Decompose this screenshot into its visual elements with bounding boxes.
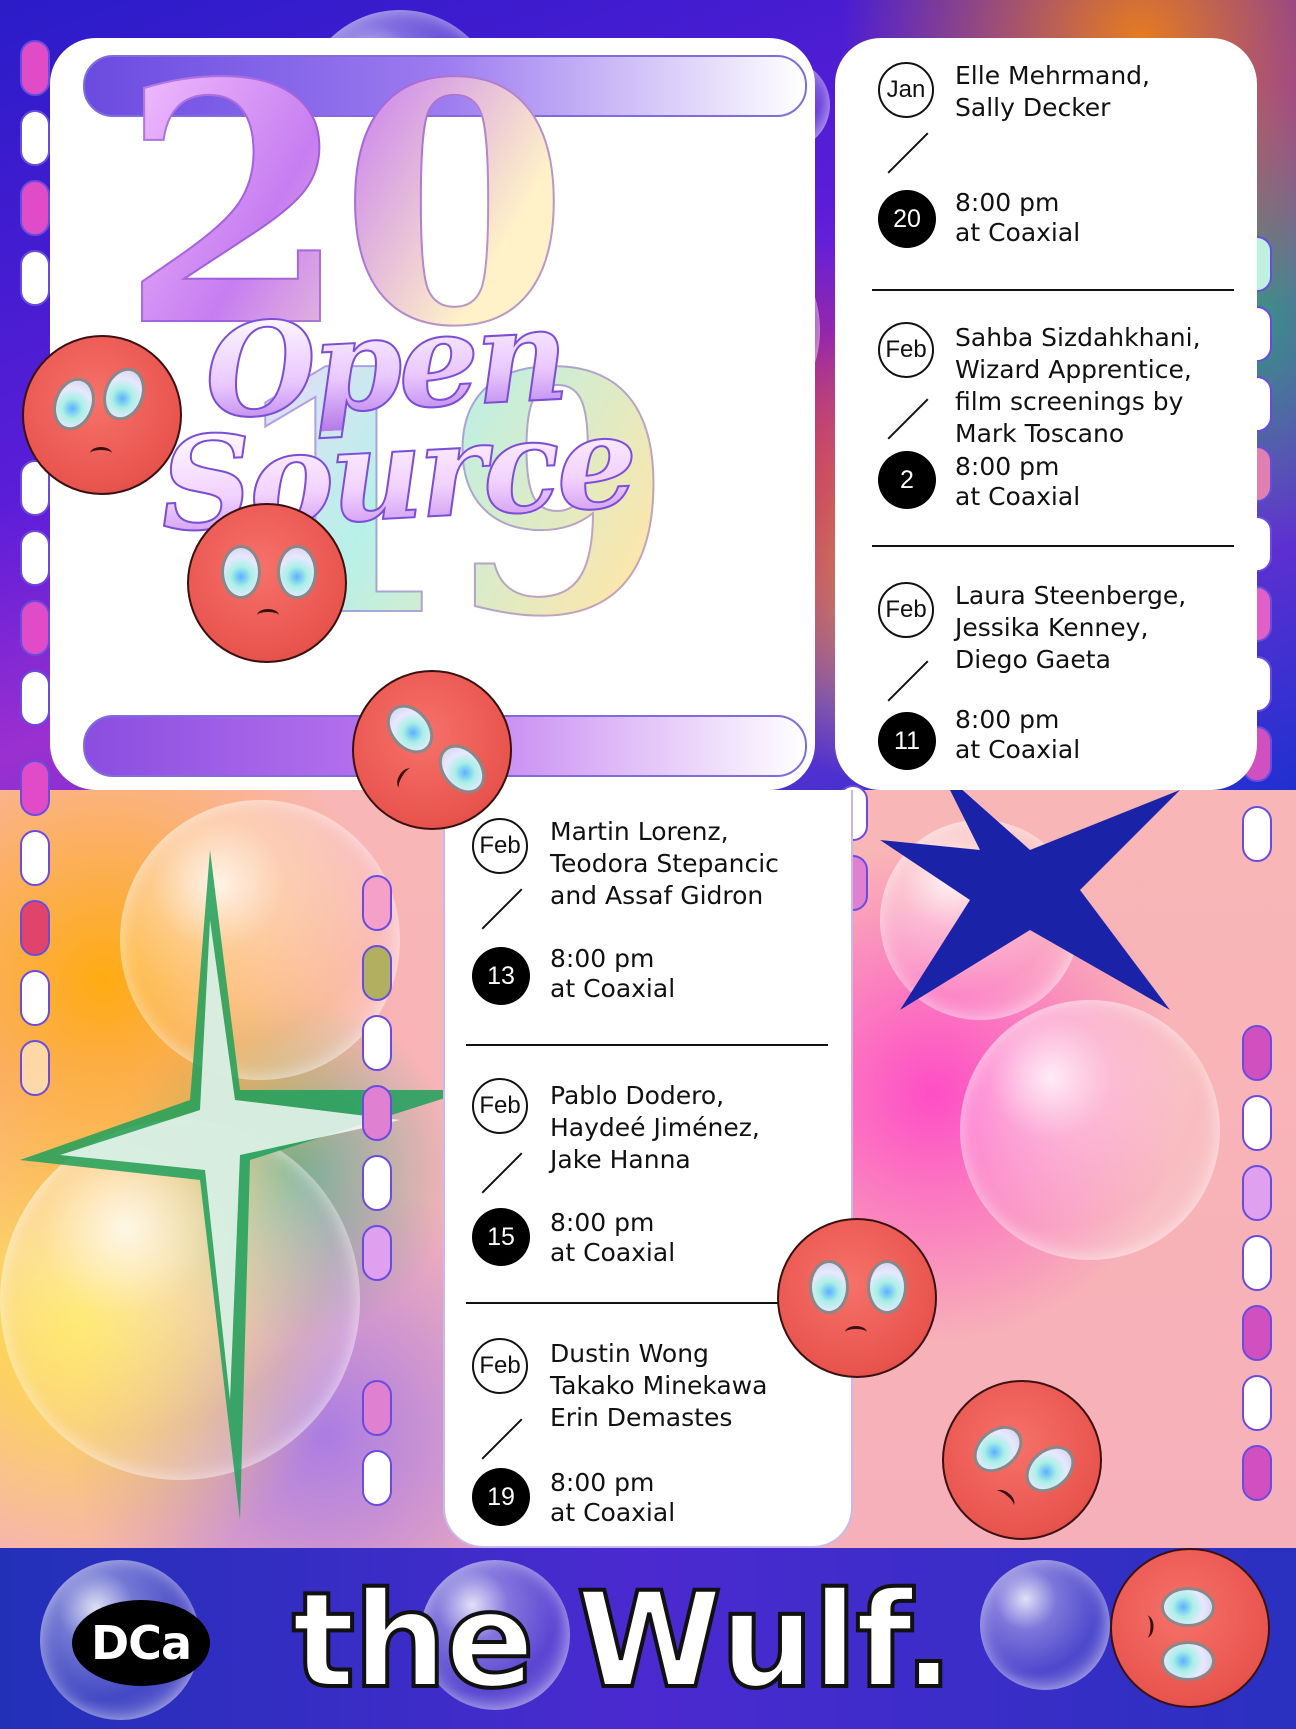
event-venue: at Coaxial — [550, 1238, 676, 1267]
event-day: 15 — [472, 1208, 530, 1266]
event-day: 20 — [878, 190, 936, 248]
event-time: 8:00 pm — [955, 705, 1060, 734]
event-time: 8:00 pm — [550, 1208, 655, 1237]
event-performers: Pablo Dodero, Haydeé Jiménez, Jake Hanna — [550, 1081, 760, 1174]
face-emoji-icon — [22, 335, 182, 495]
event-month: Feb — [472, 1078, 528, 1134]
event-divider — [466, 1302, 806, 1304]
bubble — [960, 1000, 1220, 1260]
event-performers: Martin Lorenz, Teodora Stepancic and Ass… — [550, 817, 779, 910]
event-month: Feb — [878, 582, 934, 638]
venue-wordmark: the Wulf. — [290, 1564, 956, 1718]
event-venue: at Coaxial — [550, 974, 676, 1003]
dca-logo: DCa — [72, 1600, 210, 1686]
event-month: Feb — [472, 818, 528, 874]
face-emoji-icon — [352, 670, 512, 830]
bubble — [980, 1560, 1110, 1690]
event-performers: Sahba Sizdahkhani, Wizard Apprentice, fi… — [955, 323, 1201, 448]
blue-star-icon — [880, 770, 1180, 1010]
event-venue: at Coaxial — [955, 218, 1081, 247]
event-time: 8:00 pm — [550, 1468, 655, 1497]
event-performers: Dustin Wong Takako Minekawa Erin Demaste… — [550, 1339, 768, 1432]
sparkle-star-icon — [20, 850, 470, 1520]
face-emoji-icon — [1110, 1548, 1270, 1708]
event-day: 2 — [878, 451, 936, 509]
event-month: Feb — [878, 322, 934, 378]
event-divider — [872, 289, 1234, 291]
event-venue: at Coaxial — [955, 735, 1081, 764]
event-venue: at Coaxial — [955, 482, 1081, 511]
event-performers: Elle Mehrmand, Sally Decker — [955, 61, 1150, 122]
event-time: 8:00 pm — [955, 452, 1060, 481]
face-emoji-icon — [777, 1218, 937, 1378]
event-month: Jan — [878, 62, 934, 118]
face-emoji-icon — [187, 503, 347, 663]
event-day: 11 — [878, 712, 936, 770]
event-venue: at Coaxial — [550, 1498, 676, 1527]
event-time: 8:00 pm — [955, 188, 1060, 217]
event-divider — [872, 545, 1234, 547]
event-divider — [466, 1044, 828, 1046]
face-emoji-icon — [942, 1380, 1102, 1540]
event-time: 8:00 pm — [550, 944, 655, 973]
event-month: Feb — [472, 1338, 528, 1394]
event-performers: Laura Steenberge, Jessika Kenney, Diego … — [955, 581, 1187, 674]
event-day: 19 — [472, 1468, 530, 1526]
event-day: 13 — [472, 947, 530, 1005]
